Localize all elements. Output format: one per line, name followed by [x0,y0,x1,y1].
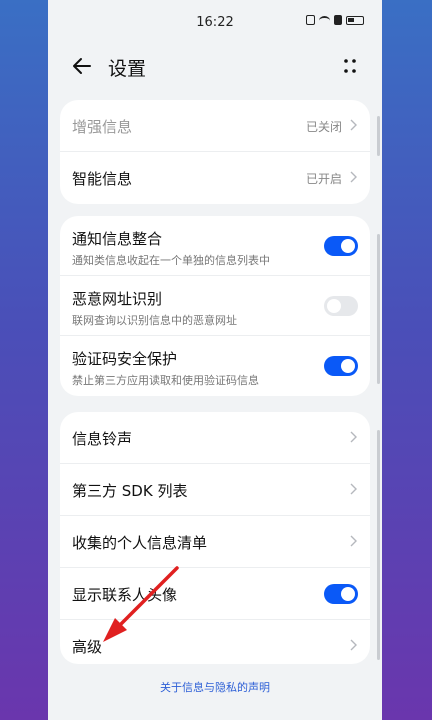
row-advanced[interactable]: 高级 [60,620,370,664]
scrollbar[interactable] [377,234,380,384]
row-label: 恶意网址识别 [72,290,163,308]
row-value: 已关闭 [305,120,342,134]
chevron-right-icon [350,171,357,183]
row-malicious-url: 恶意网址识别 联网查询以识别信息中的恶意网址 [60,276,370,336]
more-icon[interactable] [340,56,360,76]
row-personal-info-list[interactable]: 收集的个人信息清单 [60,516,370,568]
row-show-avatar: 显示联系人头像 [60,568,370,620]
row-label: 通知信息整合 [72,230,163,248]
group-security: 通知信息整合 通知类信息收起在一个单独的信息列表中 恶意网址识别 联网查询以识别… [60,216,370,396]
privacy-statement-link[interactable]: 关于信息与隐私的声明 [48,679,382,695]
nfc-icon [306,15,315,25]
chevron-right-icon [350,639,357,651]
row-label: 验证码安全保护 [72,350,178,368]
header: 设置 [48,44,382,88]
row-label: 第三方 SDK 列表 [72,482,188,500]
battery-icon [346,15,364,25]
malicious-url-toggle[interactable] [324,296,358,316]
notification-icon [334,15,342,25]
back-arrow-icon[interactable] [70,54,94,78]
phone-screen: 16:22 设置 增强信息 已关闭 智能信息 已开启 通知信息整合 通知类信息收… [48,0,382,720]
row-label: 高级 [72,638,103,656]
status-bar: 16:22 [48,0,382,44]
row-description: 禁止第三方应用读取和使用验证码信息 [72,374,259,387]
row-label: 显示联系人头像 [72,586,178,604]
row-label: 信息铃声 [72,430,133,448]
chevron-right-icon [350,119,357,131]
show-avatar-toggle[interactable] [324,584,358,604]
row-label: 增强信息 [72,118,133,136]
row-ringtone[interactable]: 信息铃声 [60,412,370,464]
toggle-knob [341,359,355,373]
scrollbar[interactable] [377,116,380,156]
row-sdk-list[interactable]: 第三方 SDK 列表 [60,464,370,516]
row-label: 收集的个人信息清单 [72,534,208,552]
row-notification-merge: 通知信息整合 通知类信息收起在一个单独的信息列表中 [60,216,370,276]
chevron-right-icon [350,431,357,443]
group-info-features: 增强信息 已关闭 智能信息 已开启 [60,100,370,204]
toggle-knob [341,239,355,253]
group-general: 信息铃声 第三方 SDK 列表 收集的个人信息清单 显示联系人头像 高级 [60,412,370,664]
notification-merge-toggle[interactable] [324,236,358,256]
status-icons [306,15,364,25]
row-enhanced-info[interactable]: 增强信息 已关闭 [60,100,370,152]
code-protection-toggle[interactable] [324,356,358,376]
page-title: 设置 [108,58,147,80]
row-description: 联网查询以识别信息中的恶意网址 [72,314,237,327]
row-label: 智能信息 [72,170,133,188]
row-value: 已开启 [305,172,342,186]
chevron-right-icon [350,483,357,495]
chevron-right-icon [350,535,357,547]
scrollbar[interactable] [377,430,380,660]
toggle-knob [341,587,355,601]
row-code-protection: 验证码安全保护 禁止第三方应用读取和使用验证码信息 [60,336,370,396]
row-smart-info[interactable]: 智能信息 已开启 [60,152,370,204]
wifi-icon [319,15,330,25]
row-description: 通知类信息收起在一个单独的信息列表中 [72,254,270,267]
toggle-knob [327,299,341,313]
